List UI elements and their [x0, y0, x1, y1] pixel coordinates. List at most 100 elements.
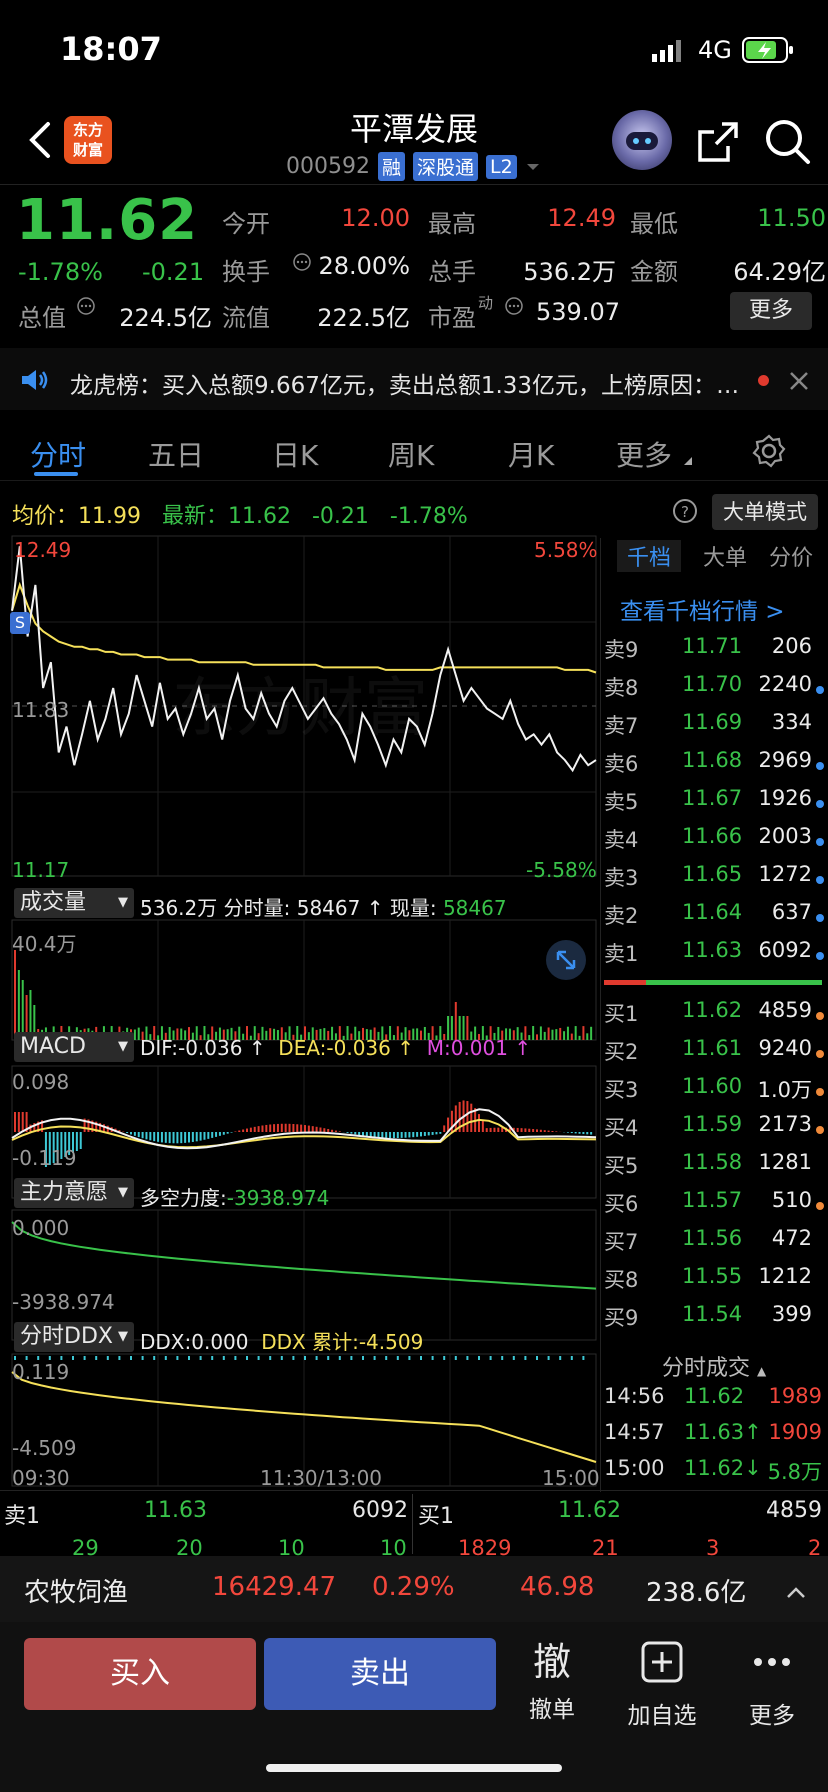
level-volume: 510 — [771, 1188, 812, 1212]
assistant-robot-icon[interactable] — [612, 110, 672, 170]
more-actions-label: 更多 — [749, 1703, 795, 1729]
macd-histogram-bar — [284, 1123, 287, 1132]
cancel-order-button[interactable]: 撤 撤单 — [512, 1640, 592, 1724]
buy-button[interactable]: 买入 — [24, 1638, 256, 1710]
macd-histogram-bar — [242, 1129, 245, 1132]
main-force-info: 多空力度:-3938.974 — [140, 1182, 329, 1211]
info-circle-icon[interactable] — [504, 296, 524, 320]
level-price: 11.59 — [682, 1112, 743, 1136]
quote-field-label: 换手 — [222, 258, 270, 286]
tab-price-dist[interactable]: 分价 — [769, 540, 813, 572]
sector-index-bar[interactable]: 农牧饲渔 16429.47 0.29% 46.98 238.6亿 — [0, 1556, 828, 1622]
more-actions-button[interactable]: 更多 — [732, 1640, 812, 1730]
macd-histogram-bar — [454, 1105, 457, 1132]
tab-weekly-k[interactable]: 周K — [388, 434, 434, 474]
level-price: 11.63 — [682, 938, 743, 962]
macd-histogram-bar — [408, 1132, 411, 1138]
quote-field-label: 最高 — [428, 210, 476, 238]
search-icon[interactable] — [762, 116, 812, 166]
macd-histogram-bar — [249, 1127, 252, 1132]
bid-row[interactable]: 买8 11.55 1212 — [604, 1264, 826, 1302]
bid-row[interactable]: 买1 11.62 4859 — [604, 998, 826, 1036]
indicator-select-ddx[interactable]: 分时DDX ▼ — [14, 1322, 134, 1352]
gear-icon[interactable] — [752, 434, 786, 472]
info-circle-icon[interactable] — [292, 252, 312, 276]
bid-row[interactable]: 买7 11.56 472 — [604, 1226, 826, 1264]
ddx-bar — [338, 1356, 341, 1360]
ddx-bar — [176, 1356, 179, 1360]
level-volume: 4859 — [758, 998, 812, 1022]
volume-now-value: 58467 — [442, 896, 507, 920]
ddx-bar — [478, 1356, 480, 1360]
macd-histogram-bar — [493, 1127, 496, 1132]
expand-icon[interactable] — [546, 940, 586, 980]
bid-row[interactable]: 买6 11.57 510 — [604, 1188, 826, 1226]
ddx-bar — [118, 1356, 121, 1360]
macd-histogram-bar — [21, 1112, 24, 1132]
indicator-select-volume[interactable]: 成交量 ▼ — [14, 888, 134, 918]
ask-row[interactable]: 卖3 11.65 1272 — [604, 862, 826, 900]
ddx-bar — [292, 1356, 295, 1360]
ddx-bar — [524, 1356, 527, 1360]
bid-row[interactable]: 买4 11.59 2173 — [604, 1112, 826, 1150]
tab-more[interactable]: 更多 — [616, 434, 672, 474]
view-thousand-link[interactable]: 查看千档行情 > — [620, 592, 785, 626]
quote-field-value: 222.5亿 — [317, 304, 410, 332]
tab-monthly-k[interactable]: 月K — [508, 434, 554, 474]
ask-row[interactable]: 卖5 11.67 1926 — [604, 786, 826, 824]
ask-row[interactable]: 卖7 11.69 334 — [604, 710, 826, 748]
volume-fen-label: 分时量: — [223, 896, 291, 920]
macd-histogram-bar — [145, 1132, 148, 1140]
tab-daily-k[interactable]: 日K — [272, 434, 318, 474]
tab-big-order[interactable]: 大单 — [703, 540, 747, 572]
latest-label: 最新： — [161, 504, 228, 529]
help-icon[interactable]: ? — [672, 498, 698, 528]
macd-histogram-bar — [203, 1132, 206, 1140]
ask-row[interactable]: 卖8 11.70 2240 — [604, 672, 826, 710]
ask-row[interactable]: 卖2 11.64 637 — [604, 900, 826, 938]
volume-bar — [551, 1029, 554, 1040]
bid-row[interactable]: 买3 11.60 1.0万 — [604, 1074, 826, 1112]
macd-histogram-bar — [215, 1132, 218, 1137]
level-volume: 2003 — [758, 824, 812, 848]
indicator-select-macd[interactable]: MACD ▼ — [14, 1032, 134, 1062]
info-circle-icon[interactable] — [76, 296, 96, 320]
ask-row[interactable]: 卖1 11.63 6092 — [604, 938, 826, 976]
ddx-bar — [408, 1356, 411, 1360]
bid-row[interactable]: 买9 11.54 399 — [604, 1302, 826, 1340]
level-volume: 9240 — [758, 1036, 812, 1060]
ddx-bar — [164, 1356, 167, 1360]
more-quote-button[interactable]: 更多 — [730, 292, 812, 330]
price-axis-low: 11.17 — [12, 858, 70, 882]
time-axis-mid: 11:30/13:00 — [260, 1466, 383, 1490]
bid-row[interactable]: 买2 11.61 9240 — [604, 1036, 826, 1074]
ddx-bar — [315, 1356, 318, 1360]
sell-button[interactable]: 卖出 — [264, 1638, 496, 1710]
bid-row[interactable]: 买5 11.58 1281 — [604, 1150, 826, 1188]
ask-row[interactable]: 卖9 11.71 206 — [604, 634, 826, 672]
board-sell1-label: 卖1 — [4, 1504, 40, 1529]
indicator-select-main-force[interactable]: 主力意愿 ▼ — [14, 1178, 134, 1208]
volume-bar — [536, 1034, 538, 1040]
level-label: 买7 — [604, 1230, 639, 1254]
macd-histogram-bar — [315, 1126, 318, 1132]
add-watchlist-button[interactable]: 加自选 — [622, 1640, 702, 1730]
level-price: 11.68 — [682, 748, 743, 772]
tab-intraday[interactable]: 分时 — [30, 434, 86, 474]
volume-bar — [578, 1035, 581, 1040]
ask-row[interactable]: 卖6 11.68 2969 — [604, 748, 826, 786]
share-icon[interactable] — [694, 118, 742, 166]
tab-thousand-level[interactable]: 千档 — [616, 540, 681, 572]
macd-histogram-bar — [288, 1123, 291, 1132]
ticks-title[interactable]: 分时成交 ▲ — [662, 1350, 766, 1382]
big-order-mode-button[interactable]: 大单模式 — [712, 494, 818, 530]
last-price: 11.62 — [16, 188, 199, 253]
macd-histogram-bar — [431, 1132, 434, 1135]
tab-five-day[interactable]: 五日 — [148, 434, 204, 474]
close-icon[interactable] — [788, 370, 810, 396]
stock-code-row[interactable]: 000592 融 深股通 L2 — [286, 152, 541, 181]
level-price: 11.60 — [682, 1074, 743, 1098]
ask-row[interactable]: 卖4 11.66 2003 — [604, 824, 826, 862]
macd-histogram-bar — [435, 1132, 438, 1135]
macd-histogram-bar — [466, 1101, 469, 1132]
